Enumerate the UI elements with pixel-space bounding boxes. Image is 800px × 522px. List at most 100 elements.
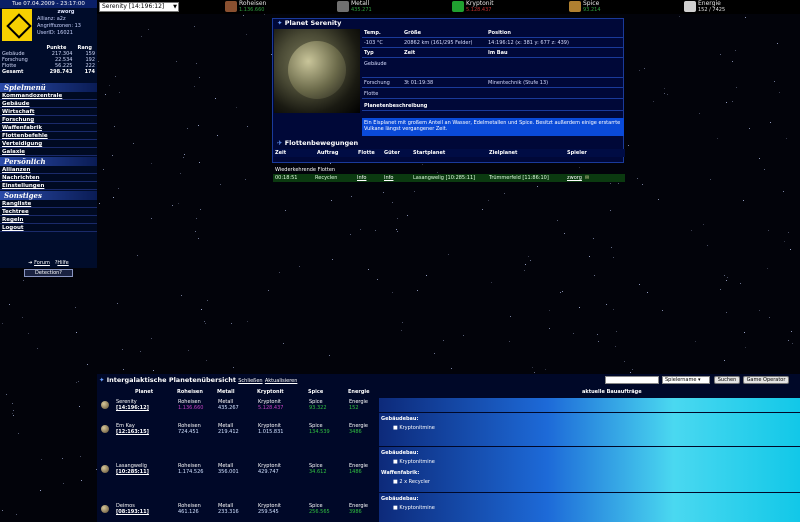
star (463, 335, 464, 336)
search-button[interactable]: Suchen (714, 376, 740, 384)
chevron-down-icon: ▾ (698, 377, 701, 383)
star (194, 26, 195, 27)
bullet-icon: ■ (393, 459, 398, 465)
resource-value: 93.214 (583, 7, 601, 13)
star (537, 186, 538, 187)
star (695, 341, 696, 342)
fleet-col: Zeit (275, 150, 287, 156)
star (76, 382, 77, 383)
star (532, 367, 533, 368)
star (220, 184, 221, 185)
resource-amount: 34.612 (309, 469, 327, 475)
task-item: ■ Kryptonitmine (393, 459, 435, 465)
sidebar-item[interactable]: Verteidigung (0, 140, 97, 148)
star (615, 346, 616, 347)
help-link[interactable]: Hilfe (57, 260, 68, 266)
star (233, 367, 234, 368)
star (667, 94, 668, 95)
star (491, 282, 492, 283)
position-value: 14:196:12 (x: 381 y: 677 z: 439) (488, 40, 569, 46)
star (769, 317, 770, 318)
star (12, 413, 13, 414)
fleet-player-link[interactable]: zworg (567, 174, 582, 182)
planet-icon (101, 465, 109, 473)
resource-value: 152 / 7425 (698, 7, 726, 13)
refresh-link[interactable]: Aktualisieren (265, 378, 298, 384)
planet-coords[interactable]: [10:285:11] (116, 469, 149, 475)
user-avatar (2, 9, 32, 41)
star (247, 126, 248, 127)
planet-description: Ein Eisplanet mit großem Anteil an Wasse… (362, 118, 624, 136)
task-item-name: Kryptonitmine (399, 505, 435, 511)
star (726, 102, 727, 103)
fleet-col: Spieler (567, 150, 587, 156)
fleet-time: 00:18:51 (275, 175, 298, 181)
star (176, 61, 177, 62)
message-icon[interactable]: ✉ (585, 174, 589, 182)
star (732, 61, 733, 62)
star (744, 332, 745, 333)
star (724, 275, 725, 276)
inbuild-header: Im Bau (488, 50, 508, 56)
search-type-select[interactable]: Spielername ▾ (662, 376, 710, 384)
sidebar-item[interactable]: Allianzen (0, 166, 97, 174)
sidebar-item[interactable]: Kommandozentrale (0, 92, 97, 100)
star (18, 433, 19, 434)
forum-link[interactable]: Forum (34, 260, 50, 266)
sidebar-item[interactable]: Regeln (0, 216, 97, 224)
fleet-info-link[interactable]: Info (357, 174, 366, 182)
star (183, 157, 184, 158)
star (392, 202, 393, 203)
cargo-info-link[interactable]: Info (384, 174, 393, 182)
star (397, 231, 398, 232)
game-operator-button[interactable]: Game Operator (743, 376, 789, 384)
sidebar-item[interactable]: Forschung (0, 116, 97, 124)
task-item: ■ 2 x Recycler (393, 479, 430, 485)
star (331, 200, 332, 201)
search-input[interactable] (605, 376, 659, 384)
star (360, 229, 361, 230)
detection-button[interactable]: Detection? (24, 269, 73, 277)
sidebar-item[interactable]: Rangliste (0, 200, 97, 208)
planet-overview: ✦ Intergalaktische Planetenübersicht Sch… (97, 374, 800, 522)
planet-coords[interactable]: [08:193:11] (116, 509, 149, 515)
planet-select[interactable]: Serenity [14:196:12] ▼ (99, 2, 179, 12)
resource-amount: 1.174.526 (178, 469, 204, 475)
star (417, 290, 418, 291)
star (434, 353, 435, 354)
sidebar-item[interactable]: Wirtschaft (0, 108, 97, 116)
star (181, 295, 182, 296)
sidebar-item[interactable]: Einstellungen (0, 182, 97, 190)
detection-label: Detection? (35, 270, 62, 276)
sidebar-item[interactable]: Nachrichten (0, 174, 97, 182)
sidebar-item[interactable]: Gebäude (0, 100, 97, 108)
star (103, 169, 104, 170)
star (557, 220, 558, 221)
col-metall: Metall (217, 389, 235, 395)
planet-coords[interactable]: [12:163:15] (116, 429, 149, 435)
star (437, 172, 438, 173)
star (510, 316, 511, 317)
search-type-value: Spielername (665, 377, 697, 383)
menu-section-title: Spielmenü (0, 83, 97, 92)
forschung-time: 3t 01:19:38 (404, 80, 434, 86)
planet-panel: ✦ Planet Serenity Temp. Größe Position -10… (272, 18, 625, 182)
sidebar-item[interactable]: Techtree (0, 208, 97, 216)
sidebar-item[interactable]: Galaxie (0, 148, 97, 156)
star (377, 279, 378, 280)
close-link[interactable]: Schließen (238, 378, 262, 384)
star (2, 510, 3, 511)
star (63, 483, 64, 484)
overview-title: ✦ Intergalaktische Planetenübersicht Sch… (99, 376, 297, 384)
star (791, 331, 792, 332)
sidebar-item[interactable]: Flottenbefehle (0, 132, 97, 140)
sidebar-item[interactable]: Waffenfabrik (0, 124, 97, 132)
planet-coords[interactable]: [14:196:12] (116, 405, 149, 411)
sidebar-item[interactable]: Logout (0, 224, 97, 232)
star (402, 322, 403, 323)
star (759, 310, 760, 311)
star (119, 92, 120, 93)
planet-image (274, 29, 360, 113)
angriffszonen: Angriffszonen: 13 (37, 23, 81, 29)
resource-value: 435.271 (351, 7, 372, 13)
